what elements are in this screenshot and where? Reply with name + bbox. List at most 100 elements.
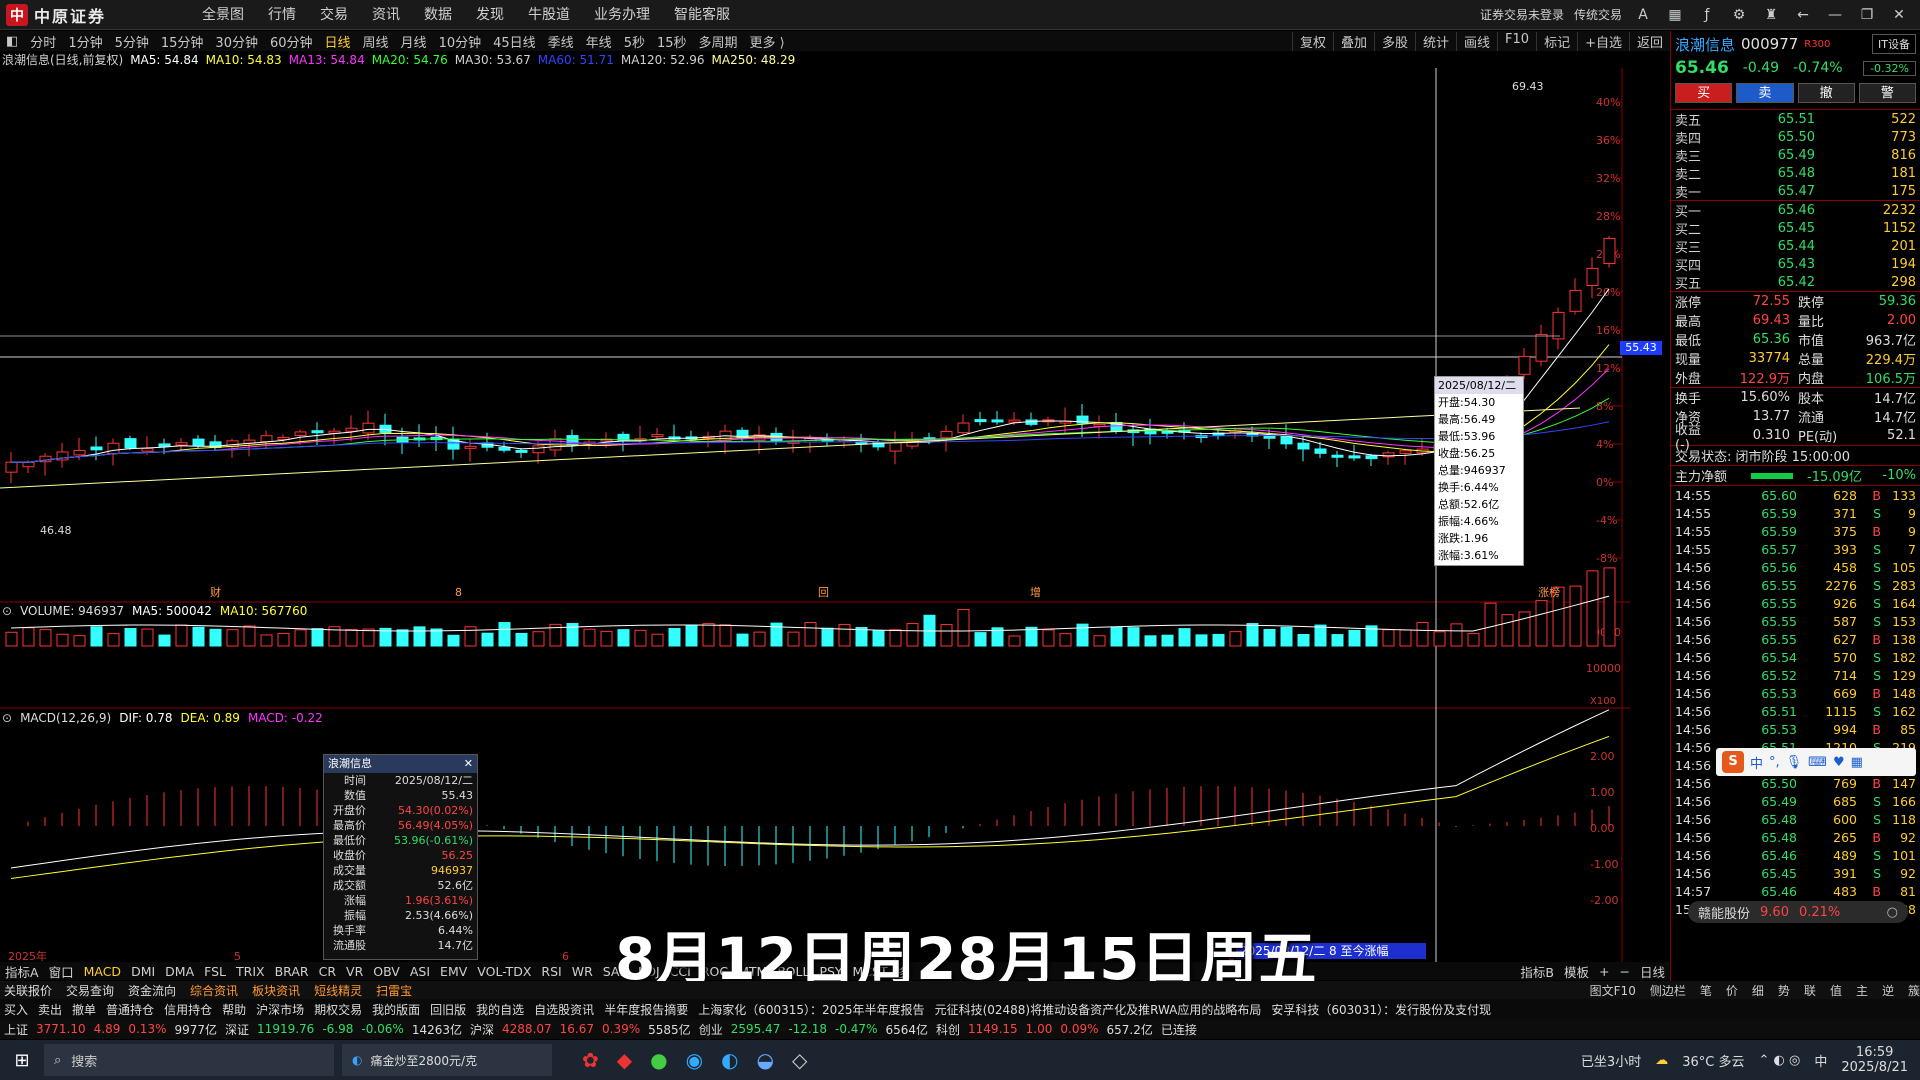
order-book-row[interactable]: 买三 65.44 201 <box>1671 237 1920 256</box>
volume-collapse-icon[interactable]: ⊙ <box>2 604 12 618</box>
font-size-icon[interactable]: A <box>1632 7 1654 23</box>
quick-bar-item[interactable]: 我的版面 <box>372 1001 420 1018</box>
quick-bar-item[interactable]: 撤单 <box>72 1001 96 1018</box>
period-tab[interactable]: 月线 <box>395 32 433 51</box>
indicator-tab[interactable]: 窗口 <box>44 962 79 981</box>
kline-chart[interactable]: 40%36%32%28%24%20%16%12%8%4%0%-4%-8%2000… <box>0 68 1670 962</box>
menu-item[interactable]: 资讯 <box>360 0 412 30</box>
side-tab[interactable]: 值 <box>1830 982 1842 999</box>
indicator-tab[interactable]: OBV <box>368 964 405 979</box>
indicator-tab[interactable]: 指标A <box>0 962 44 981</box>
chart-tool-button[interactable]: 返回 <box>1628 31 1670 51</box>
indicator-tab[interactable]: CR <box>314 964 341 979</box>
trade-button[interactable]: 买 <box>1675 83 1733 103</box>
grid-icon[interactable]: ▦ <box>1664 7 1686 23</box>
app-icon-browser[interactable]: ● <box>650 1048 667 1072</box>
period-tab[interactable]: 5分钟 <box>109 32 155 51</box>
quick-bar-item[interactable]: 期权交易 <box>314 1001 362 1018</box>
quick-bar-item[interactable]: 半年度报告摘要 <box>604 1001 688 1018</box>
mic-icon[interactable]: 🎙 <box>1786 755 1803 770</box>
restore-icon[interactable]: ❐ <box>1856 7 1878 23</box>
indicator-tab[interactable]: BRAR <box>270 964 314 979</box>
period-tab[interactable]: 多周期 <box>693 32 744 51</box>
period-tab[interactable]: 60分钟 <box>264 32 319 51</box>
chart-tool-button[interactable]: 多股 <box>1373 31 1415 51</box>
taskbar-news[interactable]: ◐ 痛金炒至2800元/克 <box>342 1044 552 1076</box>
index-n[interactable]: 科创 <box>936 1021 960 1038</box>
order-book-row[interactable]: 买五 65.42 298 <box>1671 273 1920 292</box>
app-icon-game[interactable]: ◇ <box>792 1048 807 1072</box>
chart-tool-button[interactable]: 标记 <box>1536 31 1577 51</box>
index-n[interactable]: 上证 <box>4 1021 28 1038</box>
side-tab[interactable]: 簇 <box>1908 982 1920 999</box>
menu-item[interactable]: 业务办理 <box>582 0 662 30</box>
ime-lang[interactable]: 中 <box>1750 753 1763 772</box>
tray-icons[interactable]: ⌃ ◐ ◎ <box>1758 1053 1800 1068</box>
order-book-row[interactable]: 卖二 65.48 181 <box>1671 164 1920 183</box>
sidebar-toggle-icon[interactable]: ◧ <box>0 34 24 49</box>
indicator-right-button[interactable]: − <box>1615 964 1635 979</box>
period-tab[interactable]: 30分钟 <box>209 32 264 51</box>
side-tab[interactable]: 势 <box>1778 982 1790 999</box>
menu-item[interactable]: 牛股道 <box>516 0 582 30</box>
indicator-right-button[interactable]: + <box>1594 964 1614 979</box>
side-tab[interactable]: 价 <box>1726 982 1738 999</box>
app-icon-qq[interactable]: ◉ <box>686 1048 703 1072</box>
indicator-tab[interactable]: DMI <box>126 964 160 979</box>
search-icon[interactable]: ○ <box>1887 905 1898 920</box>
trade-button[interactable]: 警 <box>1858 83 1916 103</box>
indicator-tab[interactable]: TRIX <box>231 964 270 979</box>
indicator-tab[interactable]: ASI <box>405 964 435 979</box>
taskbar-search[interactable]: ⌕ 搜索 <box>44 1044 334 1076</box>
quick-bar-item[interactable]: 自选股资讯 <box>534 1001 594 1018</box>
menu-item[interactable]: 行情 <box>256 0 308 30</box>
weather-text[interactable]: 36°C 多云 <box>1682 1051 1744 1070</box>
quick-bar-item[interactable]: 普通持仓 <box>106 1001 154 1018</box>
sogou-icon[interactable]: S <box>1722 751 1744 773</box>
skin-icon[interactable]: ♥ <box>1833 755 1845 770</box>
clock[interactable]: 16:59 2025/8/21 <box>1841 1045 1908 1075</box>
trade-mode[interactable]: 传统交易 <box>1574 6 1622 23</box>
indicator-tab[interactable]: FSL <box>199 964 231 979</box>
lang-indicator[interactable]: 中 <box>1814 1051 1827 1070</box>
side-tab[interactable]: 联 <box>1804 982 1816 999</box>
app-icon-edge[interactable]: ◐ <box>721 1048 738 1072</box>
menu-item[interactable]: 交易 <box>308 0 360 30</box>
period-tab[interactable]: 15分钟 <box>155 32 210 51</box>
chart-tool-button[interactable]: F10 <box>1497 31 1536 51</box>
order-book-row[interactable]: 买四 65.43 194 <box>1671 255 1920 274</box>
quick-bar-item[interactable]: 沪深市场 <box>256 1001 304 1018</box>
period-tab[interactable]: 日线 <box>319 32 357 51</box>
order-book-row[interactable]: 买二 65.45 1152 <box>1671 219 1920 238</box>
period-tab[interactable]: 10分钟 <box>433 32 488 51</box>
quick-bar-item[interactable]: 帮助 <box>222 1001 246 1018</box>
quick-bar-item[interactable]: 回旧版 <box>430 1001 466 1018</box>
function-bar-item[interactable]: 短线精灵 <box>314 982 362 999</box>
index-n[interactable]: 创业 <box>699 1021 723 1038</box>
punct-icon[interactable]: °, <box>1769 755 1780 770</box>
period-tab[interactable]: 季线 <box>542 32 580 51</box>
function-bar-item[interactable]: 扫雷宝 <box>376 982 412 999</box>
function-bar-item[interactable]: 关联报价 <box>4 982 52 999</box>
function-bar-item[interactable]: 交易查询 <box>66 982 114 999</box>
indicator-right-button[interactable]: 模板 <box>1559 962 1594 981</box>
app-icon-zhongyuan[interactable]: ◆ <box>617 1048 632 1072</box>
stock-name[interactable]: 浪潮信息 <box>1675 34 1735 55</box>
chart-tool-button[interactable]: 复权 <box>1291 31 1333 51</box>
side-tab[interactable]: 图文F10 <box>1590 982 1636 999</box>
macd-collapse-icon[interactable]: ⊙ <box>2 711 12 725</box>
side-tab[interactable]: 细 <box>1752 982 1764 999</box>
order-book-row[interactable]: 卖一 65.47 175 <box>1671 182 1920 201</box>
chart-tool-button[interactable]: +自选 <box>1577 31 1629 51</box>
quick-bar-item[interactable]: 卖出 <box>38 1001 62 1018</box>
menu-item[interactable]: 智能客服 <box>662 0 742 30</box>
index-n[interactable]: 深证 <box>225 1021 249 1038</box>
industry-badge[interactable]: IT设备 <box>1872 34 1916 54</box>
app-icon-speed[interactable]: ◒ <box>757 1048 774 1072</box>
minimize-icon[interactable]: — <box>1824 7 1846 23</box>
back-icon[interactable]: ← <box>1792 7 1814 23</box>
side-tab[interactable]: 逆 <box>1882 982 1894 999</box>
quick-bar-item[interactable]: 我的自选 <box>476 1001 524 1018</box>
quick-bar-item[interactable]: 元征科技(02488)将推动设备资产化及推RWA应用的战略布局 <box>935 1001 1262 1018</box>
period-tab[interactable]: 1分钟 <box>62 32 108 51</box>
